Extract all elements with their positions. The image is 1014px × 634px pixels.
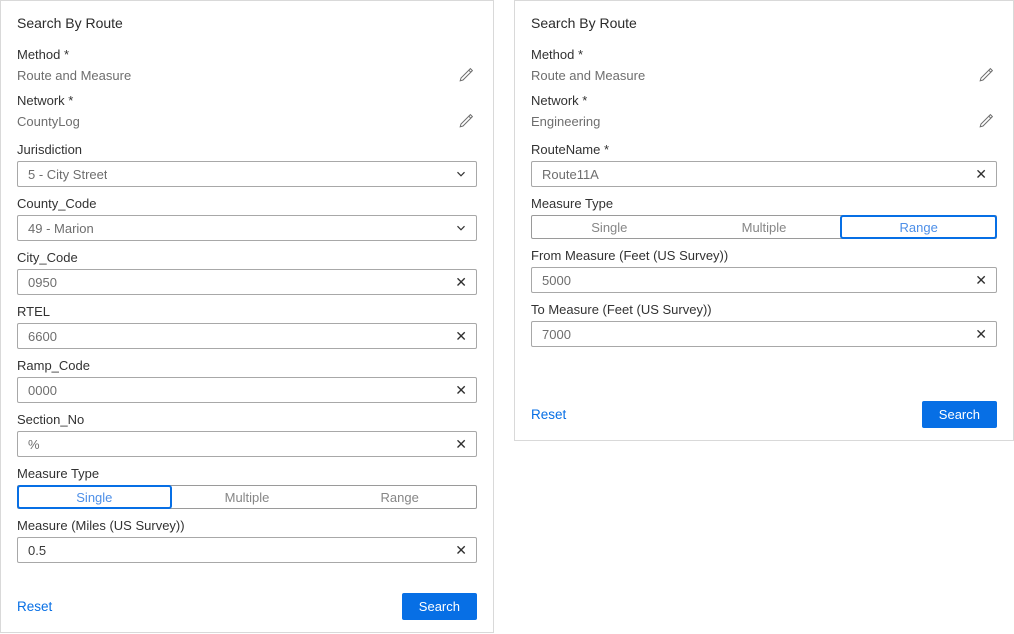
- ramp-code-input-value: 0000: [28, 383, 57, 398]
- panel-footer: Reset Search: [531, 401, 997, 428]
- network-value: Engineering: [531, 114, 600, 129]
- chevron-down-icon: [455, 222, 467, 234]
- route-name-input[interactable]: Route11A ✕: [531, 161, 997, 187]
- measure-type-option-multiple[interactable]: Multiple: [687, 216, 842, 238]
- measure-type-option-range[interactable]: Range: [323, 486, 476, 508]
- close-icon: ✕: [455, 274, 467, 290]
- pencil-icon: [458, 113, 474, 129]
- measure-type-option-range[interactable]: Range: [841, 216, 996, 238]
- measure-input-value: 0.5: [28, 543, 46, 558]
- to-measure-input[interactable]: 7000 ✕: [531, 321, 997, 347]
- measure-clear-button[interactable]: ✕: [455, 543, 467, 557]
- ramp-code-input[interactable]: 0000 ✕: [17, 377, 477, 403]
- ramp-code-clear-button[interactable]: ✕: [455, 383, 467, 397]
- city-code-input-value: 0950: [28, 275, 57, 290]
- close-icon: ✕: [455, 542, 467, 558]
- network-label: Network *: [17, 93, 477, 108]
- rtel-input-value: 6600: [28, 329, 57, 344]
- route-name-clear-button[interactable]: ✕: [975, 167, 987, 181]
- rtel-clear-button[interactable]: ✕: [455, 329, 467, 343]
- pencil-icon: [978, 113, 994, 129]
- measure-type-option-multiple[interactable]: Multiple: [171, 486, 324, 508]
- section-no-label: Section_No: [17, 412, 477, 427]
- close-icon: ✕: [975, 166, 987, 182]
- section-no-input-value: %: [28, 437, 40, 452]
- method-row: Route and Measure: [531, 66, 997, 84]
- measure-type-segmented: Single Multiple Range: [17, 485, 477, 509]
- county-code-select-value: 49 - Marion: [28, 221, 94, 236]
- city-code-input[interactable]: 0950 ✕: [17, 269, 477, 295]
- close-icon: ✕: [455, 382, 467, 398]
- rtel-input[interactable]: 6600 ✕: [17, 323, 477, 349]
- search-button[interactable]: Search: [402, 593, 477, 620]
- section-no-input[interactable]: % ✕: [17, 431, 477, 457]
- close-icon: ✕: [455, 436, 467, 452]
- panel-title: Search By Route: [531, 14, 997, 32]
- measure-type-option-single[interactable]: Single: [532, 216, 687, 238]
- search-by-route-panel-right: Search By Route Method * Route and Measu…: [514, 0, 1014, 441]
- from-measure-clear-button[interactable]: ✕: [975, 273, 987, 287]
- county-code-label: County_Code: [17, 196, 477, 211]
- network-row: Engineering: [531, 112, 997, 130]
- from-measure-label: From Measure (Feet (US Survey)): [531, 248, 997, 263]
- route-name-input-value: Route11A: [542, 167, 599, 182]
- method-edit-button[interactable]: [457, 66, 475, 84]
- measure-type-label: Measure Type: [17, 466, 477, 481]
- reset-link[interactable]: Reset: [531, 407, 566, 422]
- route-name-label: RouteName *: [531, 142, 997, 157]
- network-edit-button[interactable]: [457, 112, 475, 130]
- ramp-code-label: Ramp_Code: [17, 358, 477, 373]
- measure-type-segmented: Single Multiple Range: [531, 215, 997, 239]
- close-icon: ✕: [975, 272, 987, 288]
- network-row: CountyLog: [17, 112, 477, 130]
- panel-title: Search By Route: [17, 14, 477, 32]
- to-measure-label: To Measure (Feet (US Survey)): [531, 302, 997, 317]
- network-edit-button[interactable]: [977, 112, 995, 130]
- reset-link[interactable]: Reset: [17, 599, 52, 614]
- from-measure-input-value: 5000: [542, 273, 571, 288]
- measure-input[interactable]: 0.5 ✕: [17, 537, 477, 563]
- chevron-down-icon: [455, 168, 467, 180]
- method-value: Route and Measure: [531, 68, 645, 83]
- search-button[interactable]: Search: [922, 401, 997, 428]
- jurisdiction-select-value: 5 - City Street: [28, 167, 107, 182]
- method-label: Method *: [17, 47, 477, 62]
- jurisdiction-select[interactable]: 5 - City Street: [17, 161, 477, 187]
- measure-label: Measure (Miles (US Survey)): [17, 518, 477, 533]
- method-value: Route and Measure: [17, 68, 131, 83]
- city-code-label: City_Code: [17, 250, 477, 265]
- method-label: Method *: [531, 47, 997, 62]
- city-code-clear-button[interactable]: ✕: [455, 275, 467, 289]
- from-measure-input[interactable]: 5000 ✕: [531, 267, 997, 293]
- measure-type-option-single[interactable]: Single: [18, 486, 171, 508]
- close-icon: ✕: [975, 326, 987, 342]
- jurisdiction-label: Jurisdiction: [17, 142, 477, 157]
- pencil-icon: [458, 67, 474, 83]
- measure-type-label: Measure Type: [531, 196, 997, 211]
- rtel-label: RTEL: [17, 304, 477, 319]
- panel-footer: Reset Search: [17, 593, 477, 620]
- section-no-clear-button[interactable]: ✕: [455, 437, 467, 451]
- search-by-route-panel-left: Search By Route Method * Route and Measu…: [0, 0, 494, 633]
- county-code-select[interactable]: 49 - Marion: [17, 215, 477, 241]
- network-label: Network *: [531, 93, 997, 108]
- method-edit-button[interactable]: [977, 66, 995, 84]
- pencil-icon: [978, 67, 994, 83]
- to-measure-input-value: 7000: [542, 327, 571, 342]
- network-value: CountyLog: [17, 114, 80, 129]
- close-icon: ✕: [455, 328, 467, 344]
- method-row: Route and Measure: [17, 66, 477, 84]
- to-measure-clear-button[interactable]: ✕: [975, 327, 987, 341]
